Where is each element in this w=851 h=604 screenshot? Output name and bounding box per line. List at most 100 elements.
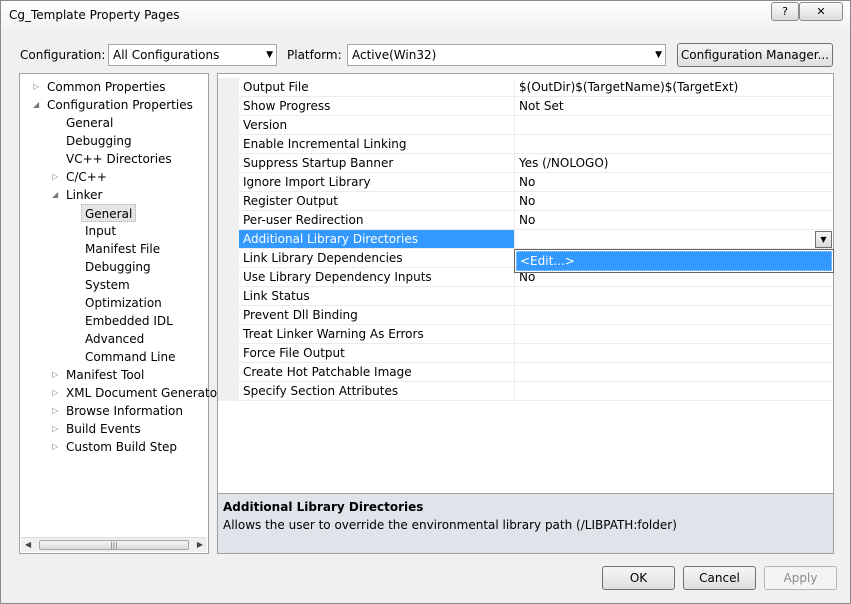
help-button[interactable]: ? — [771, 2, 799, 21]
property-name[interactable]: Ignore Import Library — [239, 173, 515, 192]
platform-select[interactable]: Active(Win32) ▼ — [347, 44, 666, 66]
configuration-select[interactable]: All Configurations ▼ — [108, 44, 277, 66]
cancel-button[interactable]: Cancel — [683, 566, 756, 590]
row-gutter — [218, 268, 239, 287]
expand-arrow-icon[interactable]: ▷ — [52, 402, 58, 420]
expand-arrow-icon[interactable]: ▷ — [33, 78, 39, 96]
collapse-arrow-icon[interactable]: ◢ — [33, 96, 39, 114]
tree-item[interactable]: Debugging — [66, 132, 132, 150]
tree-item[interactable]: XML Document Generator — [66, 384, 222, 402]
tree-item[interactable]: Debugging — [85, 258, 151, 276]
property-name[interactable]: Enable Incremental Linking — [239, 135, 515, 154]
property-row[interactable]: Ignore Import Library No — [218, 173, 833, 192]
property-name[interactable]: Create Hot Patchable Image — [239, 363, 515, 382]
expand-arrow-icon[interactable]: ▷ — [52, 366, 58, 384]
property-name[interactable]: Prevent Dll Binding — [239, 306, 515, 325]
row-gutter — [218, 382, 239, 401]
property-row[interactable]: Force File Output — [218, 344, 833, 363]
property-row[interactable]: Enable Incremental Linking — [218, 135, 833, 154]
tree-item[interactable]: VC++ Directories — [66, 150, 172, 168]
property-row[interactable]: Additional Library Directories ▼ — [218, 230, 833, 249]
tree-item[interactable]: Input — [85, 222, 116, 240]
tree-item[interactable]: Embedded IDL — [85, 312, 173, 330]
property-tree[interactable]: ◀ ||| ▶ ▷ Common Properties ◢ Configuration… — [19, 73, 222, 554]
horizontal-scrollbar[interactable]: ◀ ||| ▶ — [21, 537, 207, 552]
property-name[interactable]: Link Status — [239, 287, 515, 306]
tree-item[interactable]: Linker — [66, 186, 102, 204]
property-value[interactable] — [515, 135, 833, 154]
property-value[interactable]: $(OutDir)$(TargetName)$(TargetExt) — [515, 78, 833, 97]
expand-arrow-icon[interactable]: ▷ — [52, 384, 58, 402]
property-row[interactable]: Register Output No — [218, 192, 833, 211]
ok-button[interactable]: OK — [602, 566, 675, 590]
property-row[interactable]: Per-user Redirection No — [218, 211, 833, 230]
close-button[interactable]: ✕ — [799, 2, 843, 21]
property-name[interactable]: Per-user Redirection — [239, 211, 515, 230]
dropdown-arrow-icon[interactable]: ▼ — [815, 231, 832, 248]
property-value[interactable] — [515, 306, 833, 325]
property-value[interactable]: No — [515, 173, 833, 192]
property-row[interactable]: Suppress Startup Banner Yes (/NOLOGO) — [218, 154, 833, 173]
collapse-arrow-icon[interactable]: ◢ — [52, 186, 58, 204]
tree-item[interactable]: Configuration Properties — [47, 96, 193, 114]
property-value[interactable]: No — [515, 211, 833, 230]
property-row[interactable]: Link Status — [218, 287, 833, 306]
property-row[interactable]: Specify Section Attributes — [218, 382, 833, 401]
scroll-right-icon[interactable]: ▶ — [197, 540, 203, 549]
tree-item[interactable]: Advanced — [85, 330, 144, 348]
dropdown-option-edit[interactable]: <Edit...> — [516, 251, 832, 271]
row-gutter — [218, 154, 239, 173]
expand-arrow-icon[interactable]: ▷ — [52, 168, 58, 186]
property-row[interactable]: Treat Linker Warning As Errors — [218, 325, 833, 344]
tree-item[interactable]: Command Line — [85, 348, 176, 366]
property-value[interactable] — [515, 325, 833, 344]
property-value[interactable] — [515, 116, 833, 135]
property-value[interactable]: ▼ — [515, 230, 833, 249]
property-row[interactable]: Create Hot Patchable Image — [218, 363, 833, 382]
property-value[interactable]: Not Set — [515, 97, 833, 116]
property-name[interactable]: Use Library Dependency Inputs — [239, 268, 515, 287]
expand-arrow-icon[interactable]: ▷ — [52, 438, 58, 456]
tree-item[interactable]: Custom Build Step — [66, 438, 177, 456]
expand-arrow-icon[interactable]: ▷ — [52, 420, 58, 438]
property-name[interactable]: Register Output — [239, 192, 515, 211]
property-name[interactable]: Force File Output — [239, 344, 515, 363]
scroll-left-icon[interactable]: ◀ — [25, 540, 31, 549]
configuration-manager-button[interactable]: Configuration Manager... — [677, 43, 833, 67]
scroll-thumb[interactable]: ||| — [39, 540, 189, 550]
tree-item[interactable]: System — [85, 276, 130, 294]
property-name[interactable]: Link Library Dependencies — [239, 249, 515, 268]
property-value[interactable] — [515, 382, 833, 401]
chevron-down-icon: ▼ — [655, 50, 662, 60]
property-value[interactable]: Yes (/NOLOGO) — [515, 154, 833, 173]
title-bar[interactable]: Cg_Template Property Pages ? ✕ — [1, 1, 850, 31]
property-value[interactable]: No — [515, 192, 833, 211]
window-title: Cg_Template Property Pages — [9, 8, 180, 22]
property-name[interactable]: Additional Library Directories — [239, 230, 515, 249]
tree-item[interactable]: General — [81, 204, 137, 222]
tree-item[interactable]: General — [66, 114, 113, 132]
tree-item[interactable]: Common Properties — [47, 78, 166, 96]
apply-button[interactable]: Apply — [764, 566, 837, 590]
property-row[interactable]: Show Progress Not Set — [218, 97, 833, 116]
tree-item[interactable]: Manifest File — [85, 240, 160, 258]
property-name[interactable]: Version — [239, 116, 515, 135]
property-value[interactable] — [515, 287, 833, 306]
property-pages-dialog: Cg_Template Property Pages ? ✕ Configura… — [0, 0, 851, 604]
property-value[interactable] — [515, 363, 833, 382]
property-value[interactable] — [515, 344, 833, 363]
tree-item[interactable]: Build Events — [66, 420, 141, 438]
property-name[interactable]: Suppress Startup Banner — [239, 154, 515, 173]
row-gutter — [218, 306, 239, 325]
property-name[interactable]: Specify Section Attributes — [239, 382, 515, 401]
property-name[interactable]: Treat Linker Warning As Errors — [239, 325, 515, 344]
tree-item[interactable]: Manifest Tool — [66, 366, 144, 384]
property-name[interactable]: Output File — [239, 78, 515, 97]
property-name[interactable]: Show Progress — [239, 97, 515, 116]
property-row[interactable]: Prevent Dll Binding — [218, 306, 833, 325]
tree-item[interactable]: C/C++ — [66, 168, 107, 186]
tree-item[interactable]: Optimization — [85, 294, 162, 312]
property-row[interactable]: Output File $(OutDir)$(TargetName)$(Targe… — [218, 78, 833, 97]
property-row[interactable]: Version — [218, 116, 833, 135]
tree-item[interactable]: Browse Information — [66, 402, 183, 420]
